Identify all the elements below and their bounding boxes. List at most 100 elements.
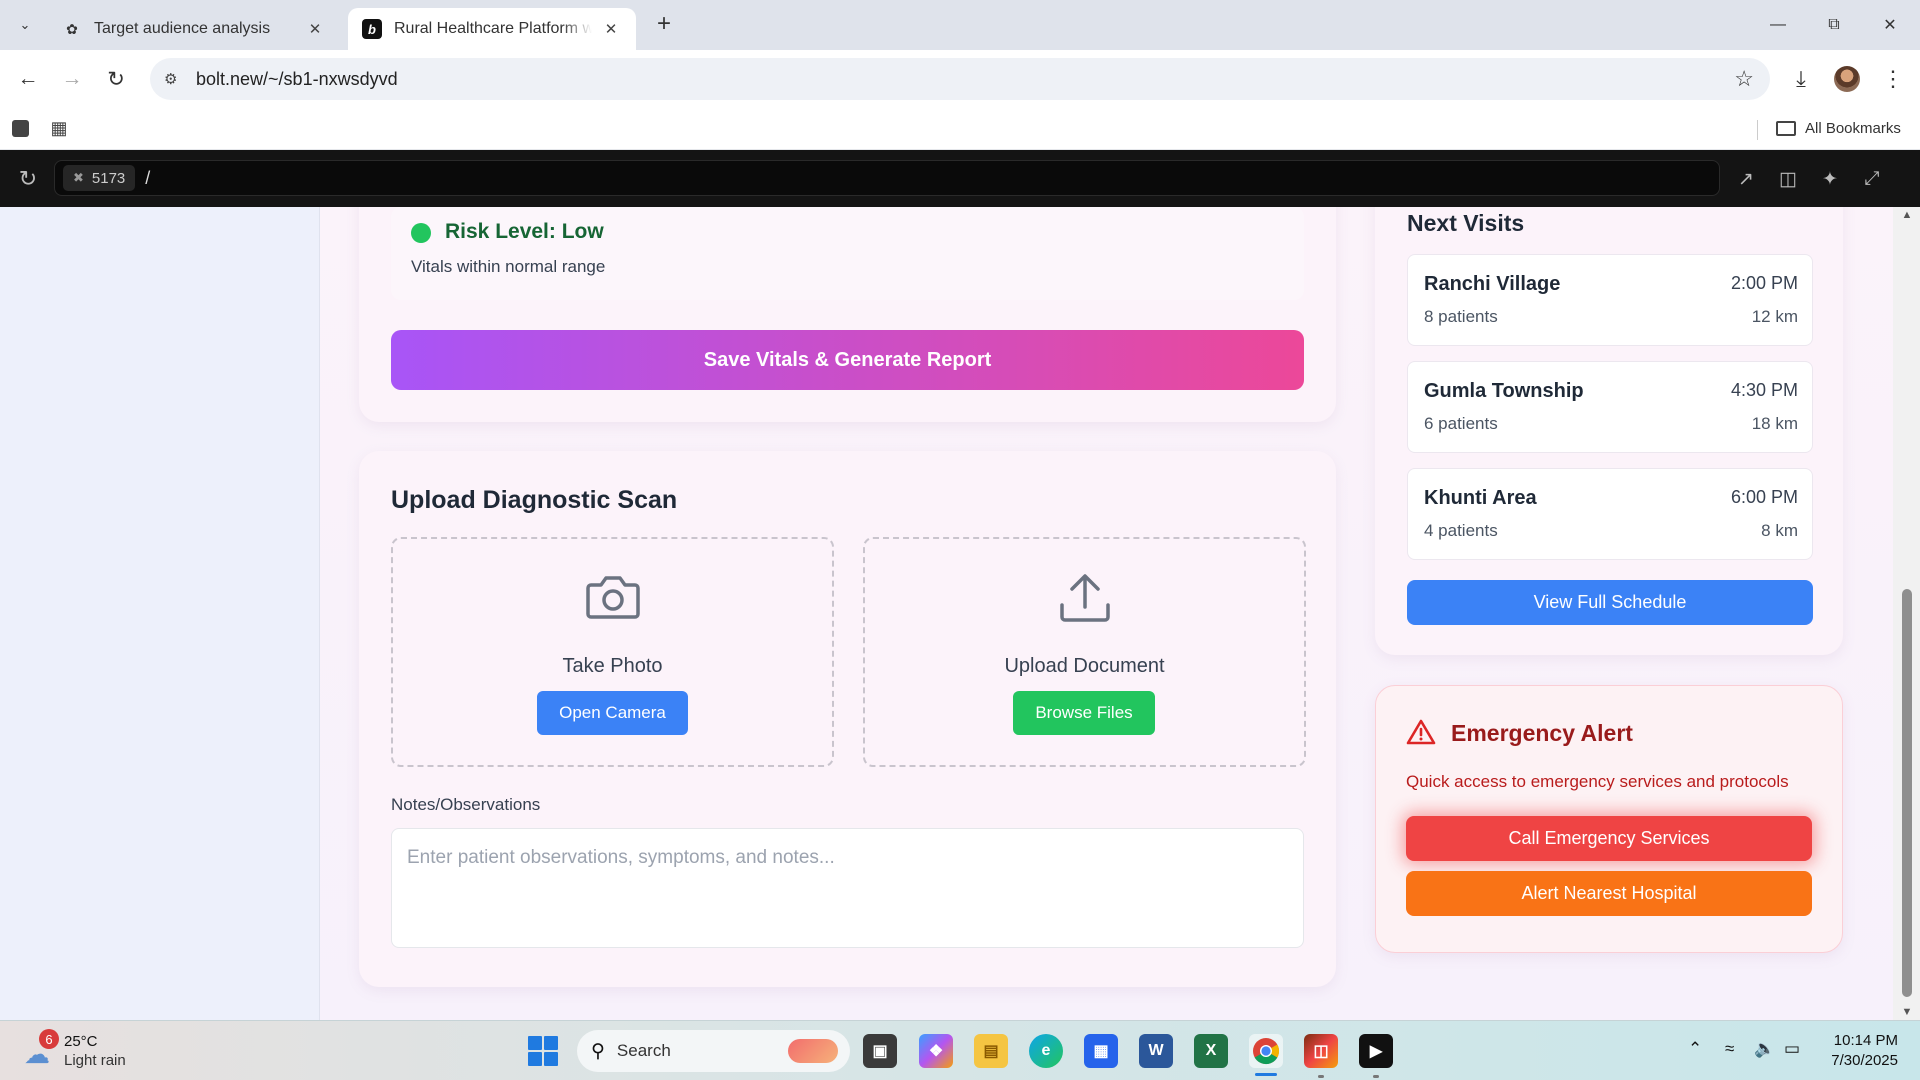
risk-level-title: Risk Level: Low xyxy=(445,220,604,243)
preview-url-bar[interactable]: ✖ 5173 / xyxy=(54,160,1720,196)
clock-time: 10:14 PM xyxy=(1833,1032,1898,1049)
preview-reload-icon[interactable]: ↻ xyxy=(14,165,42,193)
visit-distance: 8 km xyxy=(1761,521,1798,540)
reload-icon[interactable]: ↻ xyxy=(98,61,134,97)
visit-item[interactable]: Gumla Township 4:30 PM 6 patients 18 km xyxy=(1407,361,1813,453)
url-text: bolt.new/~/sb1-nxwsdyvd xyxy=(196,68,398,89)
tab-search-menu-button[interactable]: ⌄ xyxy=(10,10,40,40)
alert-hospital-button[interactable]: Alert Nearest Hospital xyxy=(1406,871,1812,916)
inspector-icon[interactable]: ✦ xyxy=(1816,165,1844,193)
visit-place: Khunti Area xyxy=(1424,487,1537,509)
winrar-icon[interactable]: ◫ xyxy=(1304,1034,1338,1068)
running-app-indicator xyxy=(1373,1075,1379,1078)
file-explorer-icon[interactable]: ▤ xyxy=(974,1034,1008,1068)
visit-distance: 18 km xyxy=(1751,414,1798,433)
visit-patients: 4 patients xyxy=(1424,521,1498,540)
system-clock[interactable]: 10:14 PM 7/30/2025 xyxy=(1831,1031,1898,1071)
take-photo-dropzone[interactable]: Take Photo Open Camera xyxy=(391,537,834,767)
open-external-icon[interactable]: ↗ xyxy=(1732,165,1760,193)
windows-start-icon[interactable] xyxy=(528,1036,558,1066)
save-vitals-button[interactable]: Save Vitals & Generate Report xyxy=(391,330,1304,390)
new-tab-plus-icon[interactable]: + xyxy=(650,10,678,38)
vitals-card: Risk Level: Low Vitals within normal ran… xyxy=(359,207,1336,422)
weather-widget[interactable]: ☁ 6 25°C Light rain xyxy=(20,1029,160,1073)
visit-patients: 8 patients xyxy=(1424,307,1498,326)
avatar xyxy=(1834,66,1860,92)
back-arrow-icon[interactable]: ← xyxy=(10,61,46,97)
excel-icon[interactable]: X xyxy=(1194,1034,1228,1068)
chrome-icon[interactable] xyxy=(1249,1034,1283,1068)
windows-taskbar: ☁ 6 25°C Light rain ⚲ Search ▣ ❖ ▤ e ▦ W… xyxy=(0,1020,1920,1080)
wifi-icon[interactable]: ≈ xyxy=(1725,1039,1734,1059)
emergency-alert-card: Emergency Alert Quick access to emergenc… xyxy=(1375,685,1843,953)
task-view-icon[interactable]: ▣ xyxy=(863,1034,897,1068)
microsoft-store-icon[interactable]: ▦ xyxy=(1084,1034,1118,1068)
status-dot xyxy=(411,223,431,243)
app-preview-viewport: Risk Level: Low Vitals within normal ran… xyxy=(0,207,1920,1020)
forward-arrow-icon[interactable]: → xyxy=(54,61,90,97)
camera-icon xyxy=(393,571,832,626)
profile-avatar[interactable] xyxy=(1829,61,1865,97)
risk-level-panel: Risk Level: Low Vitals within normal ran… xyxy=(391,207,1304,300)
visit-distance: 12 km xyxy=(1751,307,1798,326)
sidebar xyxy=(0,207,320,1020)
all-bookmarks-label: All Bookmarks xyxy=(1805,119,1901,137)
apps-grid-icon[interactable]: ▦ xyxy=(47,116,71,140)
chevron-up-icon[interactable]: ⌃ xyxy=(1688,1039,1702,1059)
scroll-down-arrow-icon[interactable]: ▼ xyxy=(1899,1006,1915,1018)
take-photo-label: Take Photo xyxy=(562,655,663,677)
address-bar[interactable]: ⚙ bolt.new/~/sb1-nxwsdyvd ☆ xyxy=(150,58,1770,100)
restore-icon[interactable]: ⧉ xyxy=(1806,0,1862,50)
upload-scan-card: Upload Diagnostic Scan Take Photo Open C… xyxy=(359,451,1336,987)
emergency-description: Quick access to emergency services and p… xyxy=(1406,772,1789,791)
download-icon[interactable]: ⤓ xyxy=(1783,61,1819,97)
folder-icon xyxy=(1776,120,1796,136)
view-full-schedule-button[interactable]: View Full Schedule xyxy=(1407,580,1813,625)
tab-rural-healthcare[interactable]: b Rural Healthcare Platform with ✕ xyxy=(348,8,636,50)
volume-icon[interactable]: 🔈 xyxy=(1754,1039,1775,1059)
weather-condition: Light rain xyxy=(64,1052,126,1069)
preview-toolbar: ↻ ✖ 5173 / ↗ ◫ ✦ ⤢ xyxy=(0,150,1920,207)
risk-level-subtitle: Vitals within normal range xyxy=(411,257,606,276)
copilot-icon[interactable]: ❖ xyxy=(919,1034,953,1068)
open-camera-button[interactable]: Open Camera xyxy=(537,691,688,735)
taskbar-search[interactable]: ⚲ Search xyxy=(577,1030,850,1072)
tab-groups-icon[interactable] xyxy=(8,116,32,140)
active-app-indicator xyxy=(1255,1073,1277,1076)
bookmark-star-icon[interactable]: ☆ xyxy=(1734,66,1754,92)
browser-tab-strip: ⌄ ✿ Target audience analysis ✕ b Rural H… xyxy=(0,0,1920,50)
browse-files-button[interactable]: Browse Files xyxy=(1013,691,1155,735)
site-settings-icon[interactable]: ⚙ xyxy=(150,70,190,88)
fullscreen-collapse-icon[interactable]: ⤢ xyxy=(1858,165,1886,193)
terminal-icon[interactable]: ▶ xyxy=(1359,1034,1393,1068)
section-title: Next Visits xyxy=(1407,210,1525,236)
port-selector[interactable]: ✖ 5173 xyxy=(63,165,136,191)
notes-textarea[interactable] xyxy=(391,828,1304,948)
close-icon[interactable]: ✕ xyxy=(304,18,326,40)
battery-icon[interactable]: ▭ xyxy=(1784,1039,1800,1059)
word-icon[interactable]: W xyxy=(1139,1034,1173,1068)
upload-document-dropzone[interactable]: Upload Document Browse Files xyxy=(863,537,1306,767)
minimize-icon[interactable]: — xyxy=(1750,0,1806,50)
search-icon: ⚲ xyxy=(591,1040,605,1062)
tab-target-audience[interactable]: ✿ Target audience analysis ✕ xyxy=(48,8,340,50)
edge-browser-icon[interactable]: e xyxy=(1029,1034,1063,1068)
device-preview-icon[interactable]: ◫ xyxy=(1774,165,1802,193)
upload-document-label: Upload Document xyxy=(1004,655,1165,677)
visit-time: 4:30 PM xyxy=(1730,380,1798,400)
all-bookmarks-button[interactable]: All Bookmarks xyxy=(1776,116,1901,140)
emergency-title: Emergency Alert xyxy=(1451,720,1633,746)
more-menu-icon[interactable]: ⋮ xyxy=(1875,61,1911,97)
visit-place: Ranchi Village xyxy=(1424,273,1561,295)
scroll-up-arrow-icon[interactable]: ▲ xyxy=(1899,209,1915,221)
close-icon[interactable]: ✕ xyxy=(600,18,622,40)
call-emergency-button[interactable]: Call Emergency Services xyxy=(1406,816,1812,861)
visit-item[interactable]: Khunti Area 6:00 PM 4 patients 8 km xyxy=(1407,468,1813,560)
notification-badge: 6 xyxy=(39,1029,59,1049)
scrollbar-thumb[interactable] xyxy=(1902,589,1912,997)
page-scrollbar[interactable]: ▲ ▼ xyxy=(1893,207,1920,1020)
window-close-icon[interactable]: ✕ xyxy=(1862,0,1918,50)
visit-item[interactable]: Ranchi Village 2:00 PM 8 patients 12 km xyxy=(1407,254,1813,346)
running-app-indicator xyxy=(1318,1075,1324,1078)
notes-label: Notes/Observations xyxy=(391,795,541,814)
